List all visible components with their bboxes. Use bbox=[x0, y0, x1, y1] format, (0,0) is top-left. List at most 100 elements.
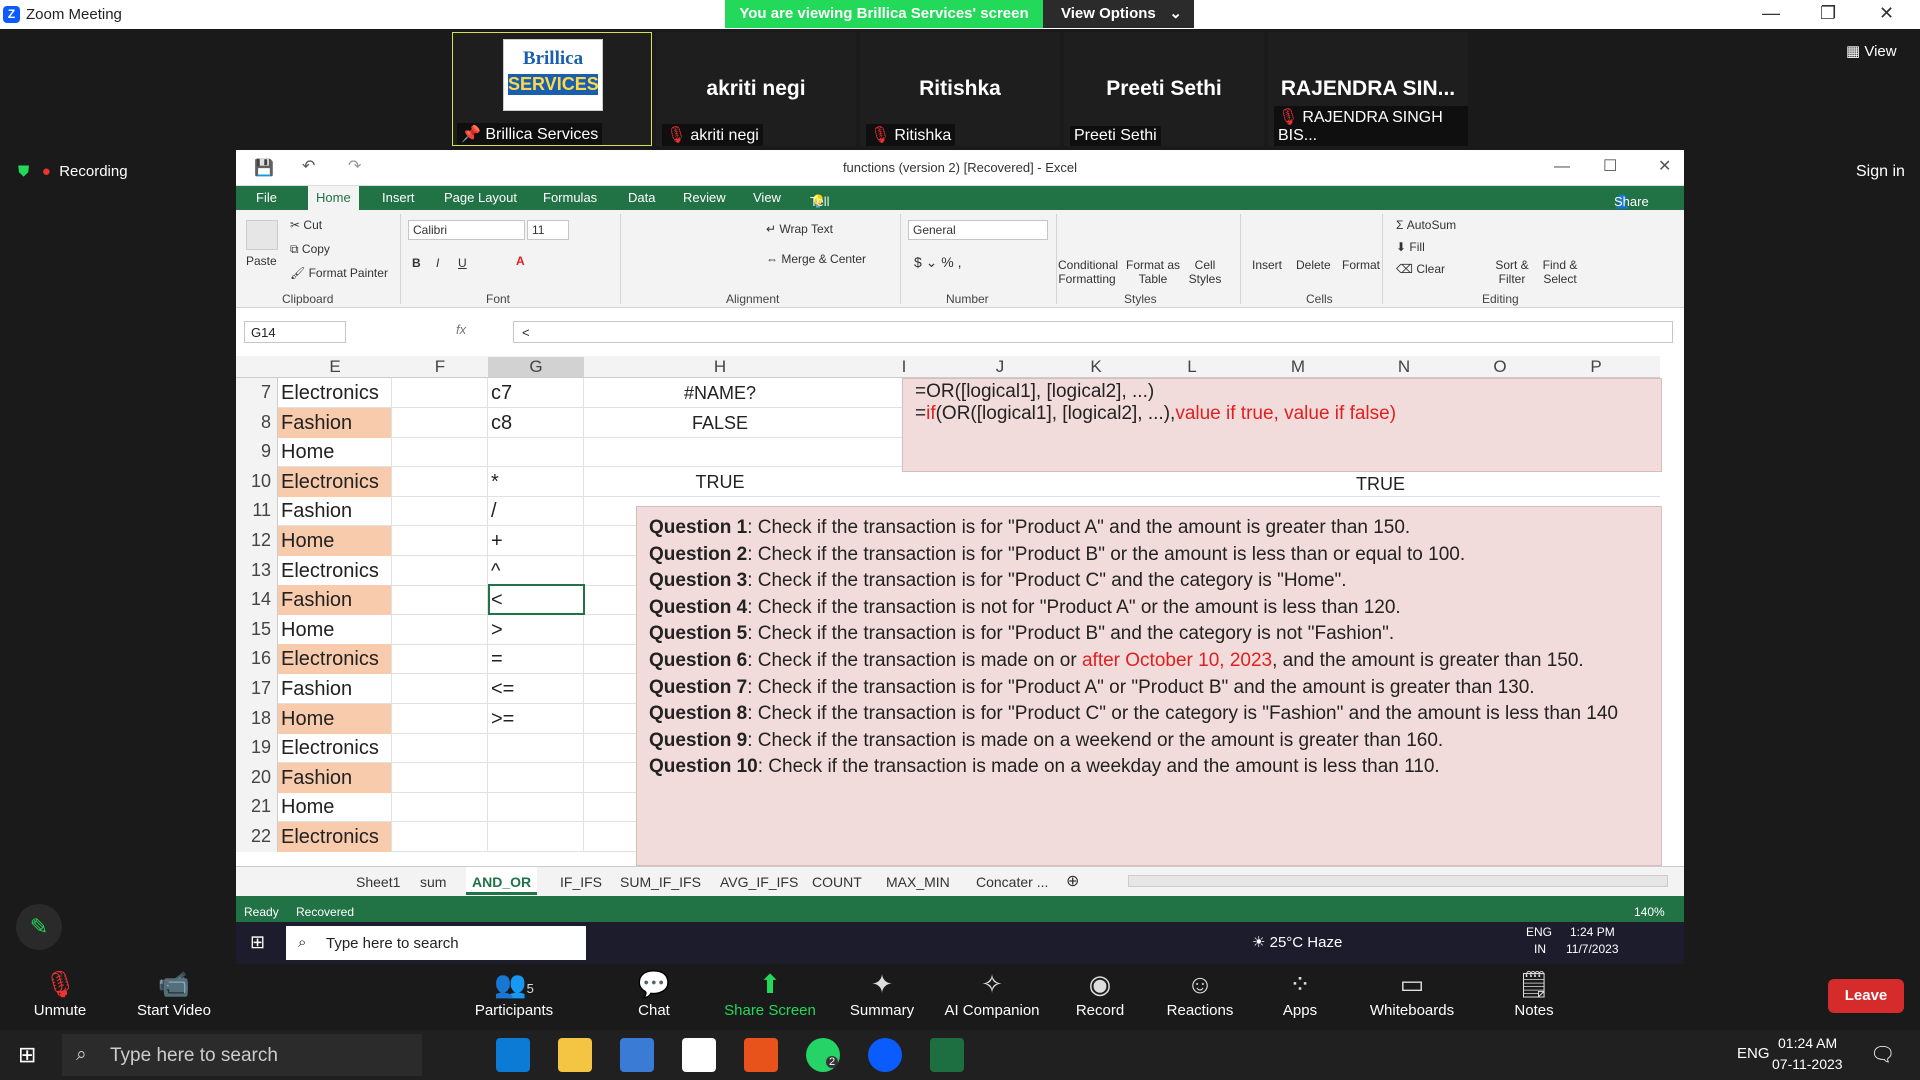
weather-widget[interactable]: ☀ 25°C Haze bbox=[1252, 933, 1342, 951]
clock-time[interactable]: 1:24 PM bbox=[1570, 925, 1615, 939]
row-number[interactable]: 8 bbox=[236, 407, 278, 438]
whiteboards-button[interactable]: ▭ Whiteboards bbox=[1352, 964, 1472, 1019]
column-header[interactable]: M bbox=[1240, 357, 1356, 377]
column-header[interactable]: K bbox=[1048, 357, 1144, 377]
row-number[interactable]: 7 bbox=[236, 378, 278, 408]
cell-operator[interactable] bbox=[488, 762, 584, 793]
cell-category[interactable]: Electronics bbox=[278, 466, 392, 497]
row-number[interactable]: 15 bbox=[236, 614, 278, 645]
cell-empty[interactable] bbox=[392, 585, 488, 616]
column-header[interactable]: O bbox=[1452, 357, 1548, 377]
cell-empty[interactable] bbox=[392, 466, 488, 497]
cell-empty[interactable] bbox=[392, 822, 488, 852]
unmute-button[interactable]: 🎙 Unmute bbox=[0, 964, 120, 1019]
file-explorer-icon[interactable] bbox=[558, 1038, 592, 1072]
cell-n10[interactable]: TRUE bbox=[1356, 474, 1405, 495]
close-icon[interactable]: ✕ bbox=[1879, 3, 1894, 24]
row-number[interactable]: 22 bbox=[236, 822, 278, 852]
row-number[interactable]: 19 bbox=[236, 733, 278, 764]
cell-empty[interactable] bbox=[392, 526, 488, 556]
cell-operator[interactable]: <= bbox=[488, 674, 584, 704]
font-name-select[interactable]: Calibri bbox=[408, 220, 525, 240]
tab-view[interactable]: View bbox=[753, 190, 781, 205]
maximize-icon[interactable]: ☐ bbox=[1603, 156, 1617, 176]
lang-label[interactable]: ENG bbox=[1526, 925, 1552, 939]
cell-operator[interactable]: c7 bbox=[488, 378, 584, 408]
row-number[interactable]: 21 bbox=[236, 792, 278, 823]
cell-empty[interactable] bbox=[392, 733, 488, 764]
cell-empty[interactable] bbox=[392, 762, 488, 793]
cell-result[interactable]: FALSE bbox=[584, 408, 856, 438]
cell-empty[interactable] bbox=[392, 407, 488, 438]
paste-button[interactable]: Paste bbox=[246, 254, 277, 268]
column-header[interactable]: L bbox=[1144, 357, 1240, 377]
cell-category[interactable]: Fashion bbox=[278, 762, 392, 793]
mail-icon[interactable] bbox=[682, 1038, 716, 1072]
tab-page-layout[interactable]: Page Layout bbox=[444, 190, 517, 205]
store-icon[interactable] bbox=[620, 1038, 654, 1072]
cell-operator[interactable]: + bbox=[488, 526, 584, 556]
sort-filter-button[interactable]: Sort & Filter bbox=[1492, 258, 1532, 286]
row-number[interactable]: 16 bbox=[236, 644, 278, 675]
notes-button[interactable]: 🗒 Notes bbox=[1474, 964, 1594, 1019]
format-cells-button[interactable]: Format bbox=[1342, 258, 1380, 272]
cell-operator[interactable]: = bbox=[488, 644, 584, 675]
column-header[interactable]: F bbox=[392, 357, 488, 377]
cell-category[interactable]: Fashion bbox=[278, 496, 392, 527]
row-number[interactable]: 10 bbox=[236, 466, 278, 497]
cell-category[interactable]: Home bbox=[278, 703, 392, 734]
column-header[interactable]: I bbox=[856, 357, 952, 377]
sheet-tab[interactable]: SUM_IF_IFS bbox=[620, 874, 701, 890]
cell-result[interactable]: TRUE bbox=[584, 467, 856, 497]
tab-file[interactable]: File bbox=[256, 190, 277, 205]
cell-category[interactable]: Home bbox=[278, 614, 392, 645]
zoom-level[interactable]: 140% bbox=[1634, 905, 1665, 919]
questions-box[interactable]: Question 1: Check if the transaction is … bbox=[636, 506, 1662, 866]
currency-icon[interactable]: $ ⌄ % , bbox=[914, 254, 962, 271]
excel-taskbar-icon[interactable] bbox=[930, 1038, 964, 1072]
cell-category[interactable]: Fashion bbox=[278, 674, 392, 704]
fx-icon[interactable]: fx bbox=[456, 322, 466, 337]
cell-empty[interactable] bbox=[392, 496, 488, 527]
conditional-formatting-button[interactable]: Conditional Formatting bbox=[1058, 258, 1118, 286]
chat-button[interactable]: 💬 Chat bbox=[594, 964, 714, 1019]
cell-result[interactable]: #NAME? bbox=[584, 378, 856, 408]
cell-category[interactable]: Electronics bbox=[278, 733, 392, 764]
tab-home[interactable]: Home bbox=[308, 186, 359, 210]
summary-button[interactable]: ✦ Summary bbox=[822, 964, 942, 1019]
cell-operator[interactable]: >= bbox=[488, 703, 584, 734]
recording-indicator[interactable]: ⛊ ● Recording bbox=[18, 163, 128, 180]
cell-category[interactable]: Home bbox=[278, 792, 392, 823]
cell-empty[interactable] bbox=[392, 614, 488, 645]
cell-result[interactable] bbox=[584, 437, 856, 467]
tab-data[interactable]: Data bbox=[628, 190, 655, 205]
minimize-icon[interactable]: — bbox=[1762, 3, 1780, 24]
cell-operator[interactable]: / bbox=[488, 496, 584, 527]
row-number[interactable]: 11 bbox=[236, 496, 278, 527]
cell-operator[interactable] bbox=[488, 733, 584, 764]
row-number[interactable]: 18 bbox=[236, 703, 278, 734]
cell-empty[interactable] bbox=[392, 703, 488, 734]
horizontal-scrollbar[interactable] bbox=[1128, 875, 1668, 887]
fill-button[interactable]: ⬇ Fill bbox=[1396, 240, 1425, 254]
copy-button[interactable]: ⧉ Copy bbox=[290, 242, 330, 257]
participant-tile[interactable]: RAJENDRA SIN... 🎙 RAJENDRA SINGH BIS... bbox=[1268, 32, 1468, 146]
sheet-tab[interactable]: MAX_MIN bbox=[886, 874, 950, 890]
cell-empty[interactable] bbox=[392, 437, 488, 468]
view-options-button[interactable]: View Options ⌄ bbox=[1043, 0, 1194, 28]
shared-search-box[interactable]: ⌕ Type here to search bbox=[286, 926, 586, 960]
column-header[interactable]: H bbox=[584, 357, 856, 377]
sheet-tab[interactable]: COUNT bbox=[812, 874, 862, 890]
cell-styles-button[interactable]: Cell Styles bbox=[1182, 258, 1228, 286]
cell-operator[interactable]: c8 bbox=[488, 407, 584, 438]
participant-tile[interactable]: akriti negi 🎙 akriti negi bbox=[656, 32, 856, 146]
cell-category[interactable]: Electronics bbox=[278, 644, 392, 675]
tab-insert[interactable]: Insert bbox=[382, 190, 415, 205]
clear-button[interactable]: ⌫ Clear bbox=[1396, 262, 1445, 276]
close-icon[interactable]: ✕ bbox=[1658, 156, 1671, 176]
annotate-pen-icon[interactable]: ✎ bbox=[16, 904, 62, 950]
paste-icon[interactable] bbox=[246, 220, 278, 250]
formula-input[interactable]: < bbox=[513, 321, 1673, 343]
cell-category[interactable]: Electronics bbox=[278, 555, 392, 586]
bold-button[interactable]: B bbox=[412, 256, 421, 270]
